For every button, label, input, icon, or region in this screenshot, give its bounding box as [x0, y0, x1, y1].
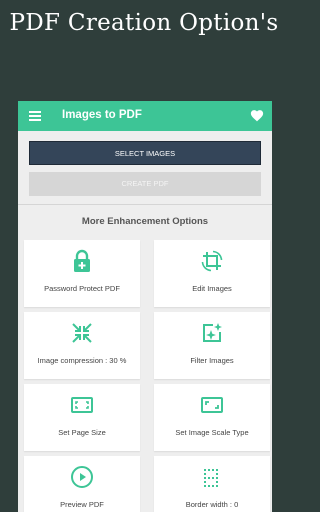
border-width-card[interactable]: Border width : 0: [154, 456, 270, 512]
crop-rotate-icon: [201, 250, 223, 272]
edit-images-card[interactable]: Edit Images: [154, 240, 270, 307]
heart-icon[interactable]: [250, 109, 264, 122]
enhancement-section-title: More Enhancement Options: [81, 216, 209, 227]
card-label: Set Image Scale Type: [175, 428, 249, 437]
card-label: Filter Images: [190, 356, 234, 365]
image-compression-card[interactable]: Image compression : 30 %: [24, 312, 140, 379]
image-filter-icon: [203, 323, 222, 342]
preview-pdf-card[interactable]: Preview PDF: [24, 456, 140, 512]
set-image-scale-type-card[interactable]: Set Image Scale Type: [154, 384, 270, 451]
page-size-icon: [71, 397, 93, 413]
image-scale-icon: [201, 397, 223, 413]
card-label: Edit Images: [192, 284, 232, 293]
filter-images-card[interactable]: Filter Images: [154, 312, 270, 379]
border-style-icon: [204, 469, 218, 487]
app-bar: Images to PDF: [18, 101, 272, 131]
card-label: Password Protect PDF: [44, 284, 120, 293]
card-label: Set Page Size: [58, 428, 106, 437]
select-images-button[interactable]: SELECT IMAGES: [29, 141, 261, 165]
lock-plus-icon: [74, 249, 90, 272]
password-protect-pdf-card[interactable]: Password Protect PDF: [24, 240, 140, 307]
compress-arrows-icon: [72, 323, 92, 343]
hamburger-menu-icon[interactable]: [29, 111, 41, 121]
create-pdf-button[interactable]: CREATE PDF: [29, 172, 261, 196]
section-divider: [18, 204, 272, 205]
card-label: Border width : 0: [185, 500, 239, 509]
card-label: Image compression : 30 %: [37, 356, 127, 365]
set-page-size-card[interactable]: Set Page Size: [24, 384, 140, 451]
play-circle-icon: [71, 466, 93, 488]
app-bar-title: Images to PDF: [62, 109, 142, 121]
promo-title: PDF Creation Option's: [9, 10, 279, 36]
card-label: Preview PDF: [60, 500, 104, 509]
phone-screen: Images to PDF SELECT IMAGES CREATE PDF M…: [18, 101, 272, 512]
